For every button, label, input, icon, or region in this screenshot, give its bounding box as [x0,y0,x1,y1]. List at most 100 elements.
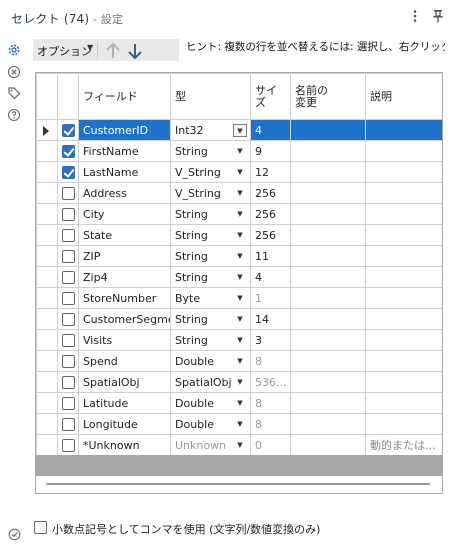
size-cell[interactable]: 256 [250,182,291,204]
horizontal-scrollbar[interactable] [36,476,442,493]
type-select[interactable]: Int32 ▼ [170,119,251,141]
dropdown-arrow-icon[interactable]: ▼ [233,208,247,221]
dropdown-arrow-icon[interactable]: ▼ [233,271,247,284]
row-indicator[interactable] [36,413,58,435]
rename-cell[interactable] [290,245,366,267]
table-row[interactable]: StoreNumber Byte ▼ 1 [36,287,442,309]
field-name-cell[interactable]: Latitude [78,392,171,414]
dropdown-arrow-icon[interactable]: ▼ [233,124,247,137]
header-type[interactable]: 型 [170,73,251,120]
size-cell[interactable]: 12 [250,161,291,183]
size-cell[interactable]: 256 [250,224,291,246]
row-indicator[interactable] [36,434,58,456]
table-row[interactable]: Latitude Double ▼ 8 [36,392,442,414]
rename-cell[interactable] [290,350,366,372]
table-row[interactable]: *Unknown Unknown ▼ 0 動的または... [36,434,442,456]
header-field[interactable]: フィールド [78,73,171,120]
rename-cell[interactable] [290,224,366,246]
field-include-checkbox[interactable] [62,166,75,179]
table-row[interactable]: LastName V_String ▼ 12 [36,161,442,183]
field-name-cell[interactable]: CustomerSegment [78,308,171,330]
rename-cell[interactable] [290,392,366,414]
field-include-checkbox[interactable] [62,439,75,452]
rename-cell[interactable] [290,140,366,162]
field-name-cell[interactable]: Visits [78,329,171,351]
field-include-checkbox[interactable] [62,271,75,284]
row-indicator[interactable] [36,245,58,267]
row-indicator[interactable] [36,392,58,414]
table-row[interactable]: CustomerSegment String ▼14 [36,308,442,330]
rename-cell[interactable] [290,161,366,183]
description-cell[interactable] [365,350,442,372]
row-indicator[interactable] [36,287,58,309]
table-row[interactable]: Zip4 String ▼ 4 [36,266,442,288]
description-cell[interactable] [365,224,442,246]
decimal-comma-checkbox[interactable] [34,521,47,534]
table-row[interactable]: State String ▼ 256 [36,224,442,246]
field-name-cell[interactable]: Longitude [78,413,171,435]
dropdown-arrow-icon[interactable]: ▼ [233,439,247,452]
row-indicator[interactable] [36,329,58,351]
variable-x-icon[interactable] [7,65,21,79]
table-row[interactable]: Spend Double ▼ 8 [36,350,442,372]
options-dropdown-button[interactable]: オプション ▼ [33,39,179,61]
type-select[interactable]: Byte ▼ [170,287,251,309]
field-name-cell[interactable]: SpatialObj [78,371,171,393]
description-cell[interactable] [365,413,442,435]
type-select[interactable]: String ▼ [170,329,251,351]
description-cell[interactable] [365,245,442,267]
dropdown-arrow-icon[interactable]: ▼ [233,376,247,389]
size-cell[interactable]: 8 [250,392,291,414]
field-include-checkbox[interactable] [62,418,75,431]
size-cell[interactable]: 3 [250,329,291,351]
row-indicator[interactable] [36,350,58,372]
field-name-cell[interactable]: ZIP [78,245,171,267]
dropdown-arrow-icon[interactable]: ▼ [233,292,247,305]
rename-cell[interactable] [290,308,366,330]
field-name-cell[interactable]: *Unknown [78,434,171,456]
type-select[interactable]: String ▼ [170,266,251,288]
table-row[interactable]: ZIP String ▼ 11 [36,245,442,267]
row-indicator[interactable] [36,182,58,204]
type-select[interactable]: String ▼ [170,140,251,162]
description-cell[interactable] [365,308,442,330]
field-name-cell[interactable]: State [78,224,171,246]
row-indicator[interactable] [36,308,58,330]
type-select[interactable]: V_String ▼ [170,161,251,183]
size-cell[interactable]: 256 [250,203,291,225]
rename-cell[interactable] [290,329,366,351]
size-cell[interactable]: 8 [250,350,291,372]
description-cell[interactable] [365,182,442,204]
dropdown-arrow-icon[interactable]: ▼ [233,145,247,158]
row-indicator[interactable] [36,266,58,288]
rename-cell[interactable] [290,182,366,204]
field-name-cell[interactable]: FirstName [78,140,171,162]
rename-cell[interactable] [290,266,366,288]
move-up-icon[interactable] [103,41,123,61]
table-row[interactable]: SpatialObj SpatialObj ▼ 536... [36,371,442,393]
rename-cell[interactable] [290,203,366,225]
size-cell[interactable]: 9 [250,140,291,162]
type-select[interactable]: String ▼ [170,245,251,267]
description-cell[interactable] [365,371,442,393]
type-select[interactable]: Double ▼ [170,413,251,435]
table-row[interactable]: FirstName String ▼ 9 [36,140,442,162]
type-select[interactable]: Double ▼ [170,350,251,372]
type-select[interactable]: Double ▼ [170,392,251,414]
rename-cell[interactable] [290,434,366,456]
field-name-cell[interactable]: City [78,203,171,225]
description-cell[interactable] [365,266,442,288]
field-include-checkbox[interactable] [62,313,75,326]
size-cell[interactable]: 14 [250,308,291,330]
field-include-checkbox[interactable] [62,397,75,410]
field-include-checkbox[interactable] [62,145,75,158]
description-cell[interactable] [365,140,442,162]
kebab-menu-icon[interactable] [407,8,423,24]
row-indicator[interactable] [36,161,58,183]
type-select[interactable]: String ▼ [170,224,251,246]
size-cell[interactable]: 11 [250,245,291,267]
description-cell[interactable]: 動的または... [365,434,442,456]
field-include-checkbox[interactable] [62,292,75,305]
help-icon[interactable] [7,108,21,122]
type-select[interactable]: SpatialObj ▼ [170,371,251,393]
